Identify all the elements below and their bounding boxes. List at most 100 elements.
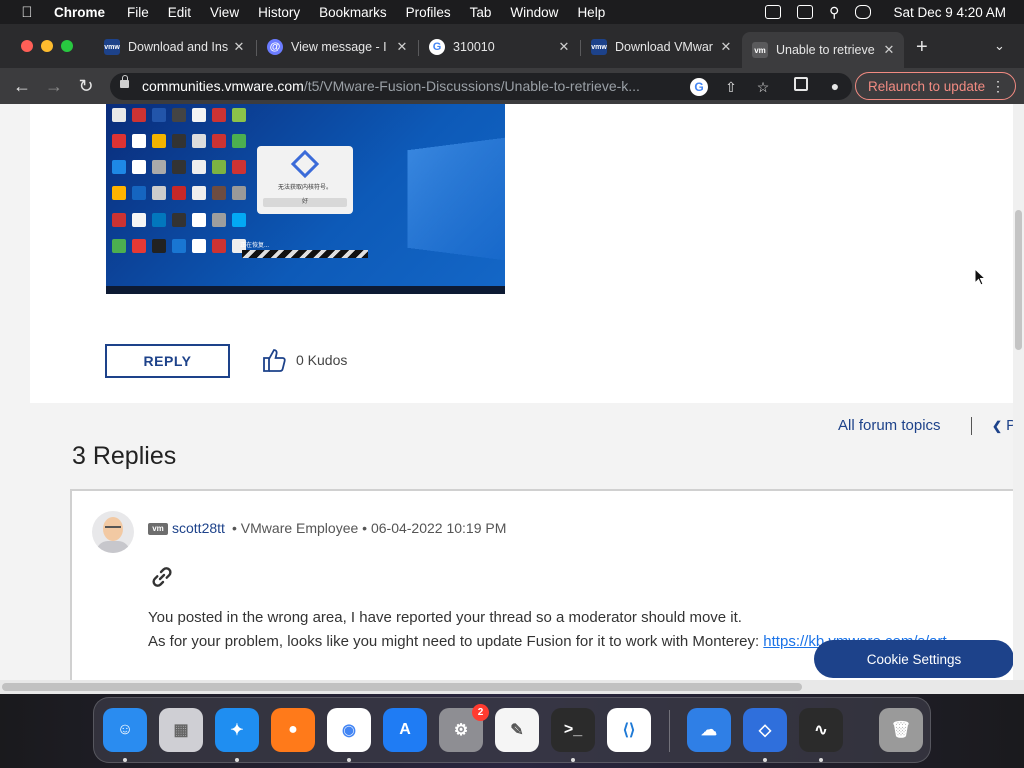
dock-chrome-icon[interactable]: ◉ (327, 708, 371, 752)
all-forum-topics-link[interactable]: All forum topics (838, 417, 941, 434)
horizontal-scrollbar[interactable] (0, 680, 1024, 694)
lock-icon[interactable] (120, 75, 129, 88)
mouse-cursor-icon (974, 268, 986, 286)
dock-launchpad-icon[interactable]: ▦ (159, 708, 203, 752)
menu-history[interactable]: History (258, 5, 300, 20)
tab-view-message[interactable]: @ View message - I ✕ (257, 32, 417, 62)
minimize-window-button[interactable] (41, 40, 53, 52)
reload-icon[interactable]: ↻ (74, 74, 98, 98)
dock-running-indicator (819, 758, 823, 762)
tab-unable-to-retrieve[interactable]: vm Unable to retrieve ✕ (742, 32, 904, 68)
google-favicon-icon: G (429, 39, 445, 55)
windows-logo-glow (407, 136, 505, 262)
nav-separator (971, 417, 972, 435)
replies-heading: 3 Replies (72, 442, 177, 470)
control-center-icon[interactable] (855, 5, 872, 19)
screen-mirroring-icon[interactable] (765, 5, 782, 19)
browser-toolbar: ← → ↻ communities.vmware.com/t5/VMware-F… (0, 68, 1024, 104)
error-dialog: 无法获取内核符号。 好 (257, 146, 353, 214)
more-options-icon[interactable]: ⋮ (991, 78, 1005, 95)
link-icon[interactable] (148, 563, 176, 591)
dock-divider (669, 710, 670, 752)
tab-title: 310010 (453, 40, 495, 54)
menu-help[interactable]: Help (577, 5, 605, 20)
dock-system-preferences-icon[interactable]: ⚙ 2 (439, 704, 489, 752)
dock-terminal-icon[interactable]: >_ (551, 708, 595, 752)
chevron-left-icon: ❮ (992, 419, 1003, 433)
dock-safari-icon[interactable]: ✦ (215, 708, 259, 752)
close-tab-icon[interactable]: ✕ (232, 39, 246, 55)
search-icon[interactable]: ⚲ (829, 4, 839, 21)
dock-running-indicator (571, 758, 575, 762)
kudos-count[interactable]: 0 Kudos (296, 352, 347, 368)
notification-badge: 2 (472, 704, 489, 721)
forward-arrow-icon[interactable]: → (42, 74, 66, 98)
tab-title: Unable to retrieve (776, 43, 875, 57)
dock-trash-icon[interactable]: 🗑 (879, 708, 923, 752)
tab-download-and-install[interactable]: vmw Download and Ins ✕ (94, 32, 254, 62)
tab-title: Download and Ins (128, 40, 229, 54)
dock-weather-icon[interactable]: ☁ (687, 708, 731, 752)
dock-finder-icon[interactable]: ☺ (103, 708, 147, 752)
profile-icon[interactable]: ● (826, 77, 844, 95)
back-arrow-icon[interactable]: ← (10, 74, 34, 98)
address-bar[interactable]: communities.vmware.com/t5/VMware-Fusion-… (110, 73, 852, 100)
url-text[interactable]: communities.vmware.com/t5/VMware-Fusion-… (142, 78, 682, 94)
side-panel-icon[interactable] (794, 77, 808, 91)
close-tab-icon[interactable]: ✕ (557, 39, 571, 55)
dock-running-indicator (235, 758, 239, 762)
avatar[interactable] (92, 511, 134, 553)
vertical-scrollbar[interactable] (1013, 104, 1024, 680)
menu-tab[interactable]: Tab (470, 5, 492, 20)
tab-google-search[interactable]: G 310010 ✕ (419, 32, 579, 62)
relaunch-label: Relaunch to update (868, 78, 986, 94)
dock-firefox-icon[interactable]: ● (271, 708, 315, 752)
menu-bookmarks[interactable]: Bookmarks (319, 5, 387, 20)
chevron-down-icon[interactable]: ⌄ (994, 38, 1005, 54)
dock-activity-monitor-icon[interactable]: ∿ (799, 708, 843, 752)
vmware-favicon-icon: vmw (591, 39, 607, 55)
vmware-rank-badge: vm (148, 523, 168, 535)
dock-visual-studio-code-icon[interactable]: ⟨⟩ (607, 708, 651, 752)
close-tab-icon[interactable]: ✕ (882, 42, 896, 58)
close-tab-icon[interactable]: ✕ (719, 39, 733, 55)
menu-profiles[interactable]: Profiles (406, 5, 451, 20)
dialog-ok-button: 好 (263, 198, 347, 207)
menu-file[interactable]: File (127, 5, 149, 20)
mail-favicon-icon: @ (267, 39, 283, 55)
close-window-button[interactable] (21, 40, 33, 52)
macos-dock: ☺ ▦ ✦ ● ◉ A ⚙ 2 ✎ >_ ⟨⟩ ☁ ◇ ∿ 🗑 (93, 697, 931, 763)
vmware-fusion-logo-icon (290, 149, 320, 179)
apple-icon[interactable]:  (18, 4, 36, 21)
dock-running-indicator (123, 758, 127, 762)
reply-button[interactable]: REPLY (105, 344, 230, 378)
display-icon[interactable] (797, 5, 814, 19)
menu-edit[interactable]: Edit (168, 5, 191, 20)
dock-running-indicator (763, 758, 767, 762)
bookmark-star-icon[interactable]: ☆ (754, 78, 772, 96)
cookie-settings-button[interactable]: Cookie Settings (814, 640, 1014, 678)
tab-download-vmware[interactable]: vmw Download VMwar ✕ (581, 32, 741, 62)
dock-vmware-fusion-icon[interactable]: ◇ (743, 708, 787, 752)
google-lens-icon[interactable]: G (690, 78, 708, 96)
dock-running-indicator (347, 758, 351, 762)
relaunch-to-update-button[interactable]: Relaunch to update ⋮ (855, 72, 1016, 100)
dialog-message: 无法获取内核符号。 (277, 185, 332, 191)
progress-stripes (242, 250, 368, 258)
post-screenshot-image[interactable]: 无法获取内核符号。 好 正在恢复... (106, 104, 505, 294)
close-tab-icon[interactable]: ✕ (395, 39, 409, 55)
thumbs-up-icon[interactable] (262, 347, 286, 373)
dock-app-store-icon[interactable]: A (383, 708, 427, 752)
share-icon[interactable]: ⇧ (722, 78, 740, 96)
macos-menubar:  Chrome File Edit View History Bookmark… (0, 0, 1024, 24)
reply-author-link[interactable]: scott28tt (172, 520, 225, 536)
tab-title: View message - I (291, 40, 387, 54)
menubar-clock[interactable]: Sat Dec 9 4:20 AM (893, 5, 1006, 20)
menu-app-chrome[interactable]: Chrome (54, 5, 105, 20)
menu-window[interactable]: Window (510, 5, 558, 20)
start-message: 正在恢复... (240, 243, 270, 249)
menu-view[interactable]: View (210, 5, 239, 20)
new-tab-plus-icon[interactable]: + (916, 36, 928, 59)
maximize-window-button[interactable] (61, 40, 73, 52)
dock-textedit-icon[interactable]: ✎ (495, 708, 539, 752)
